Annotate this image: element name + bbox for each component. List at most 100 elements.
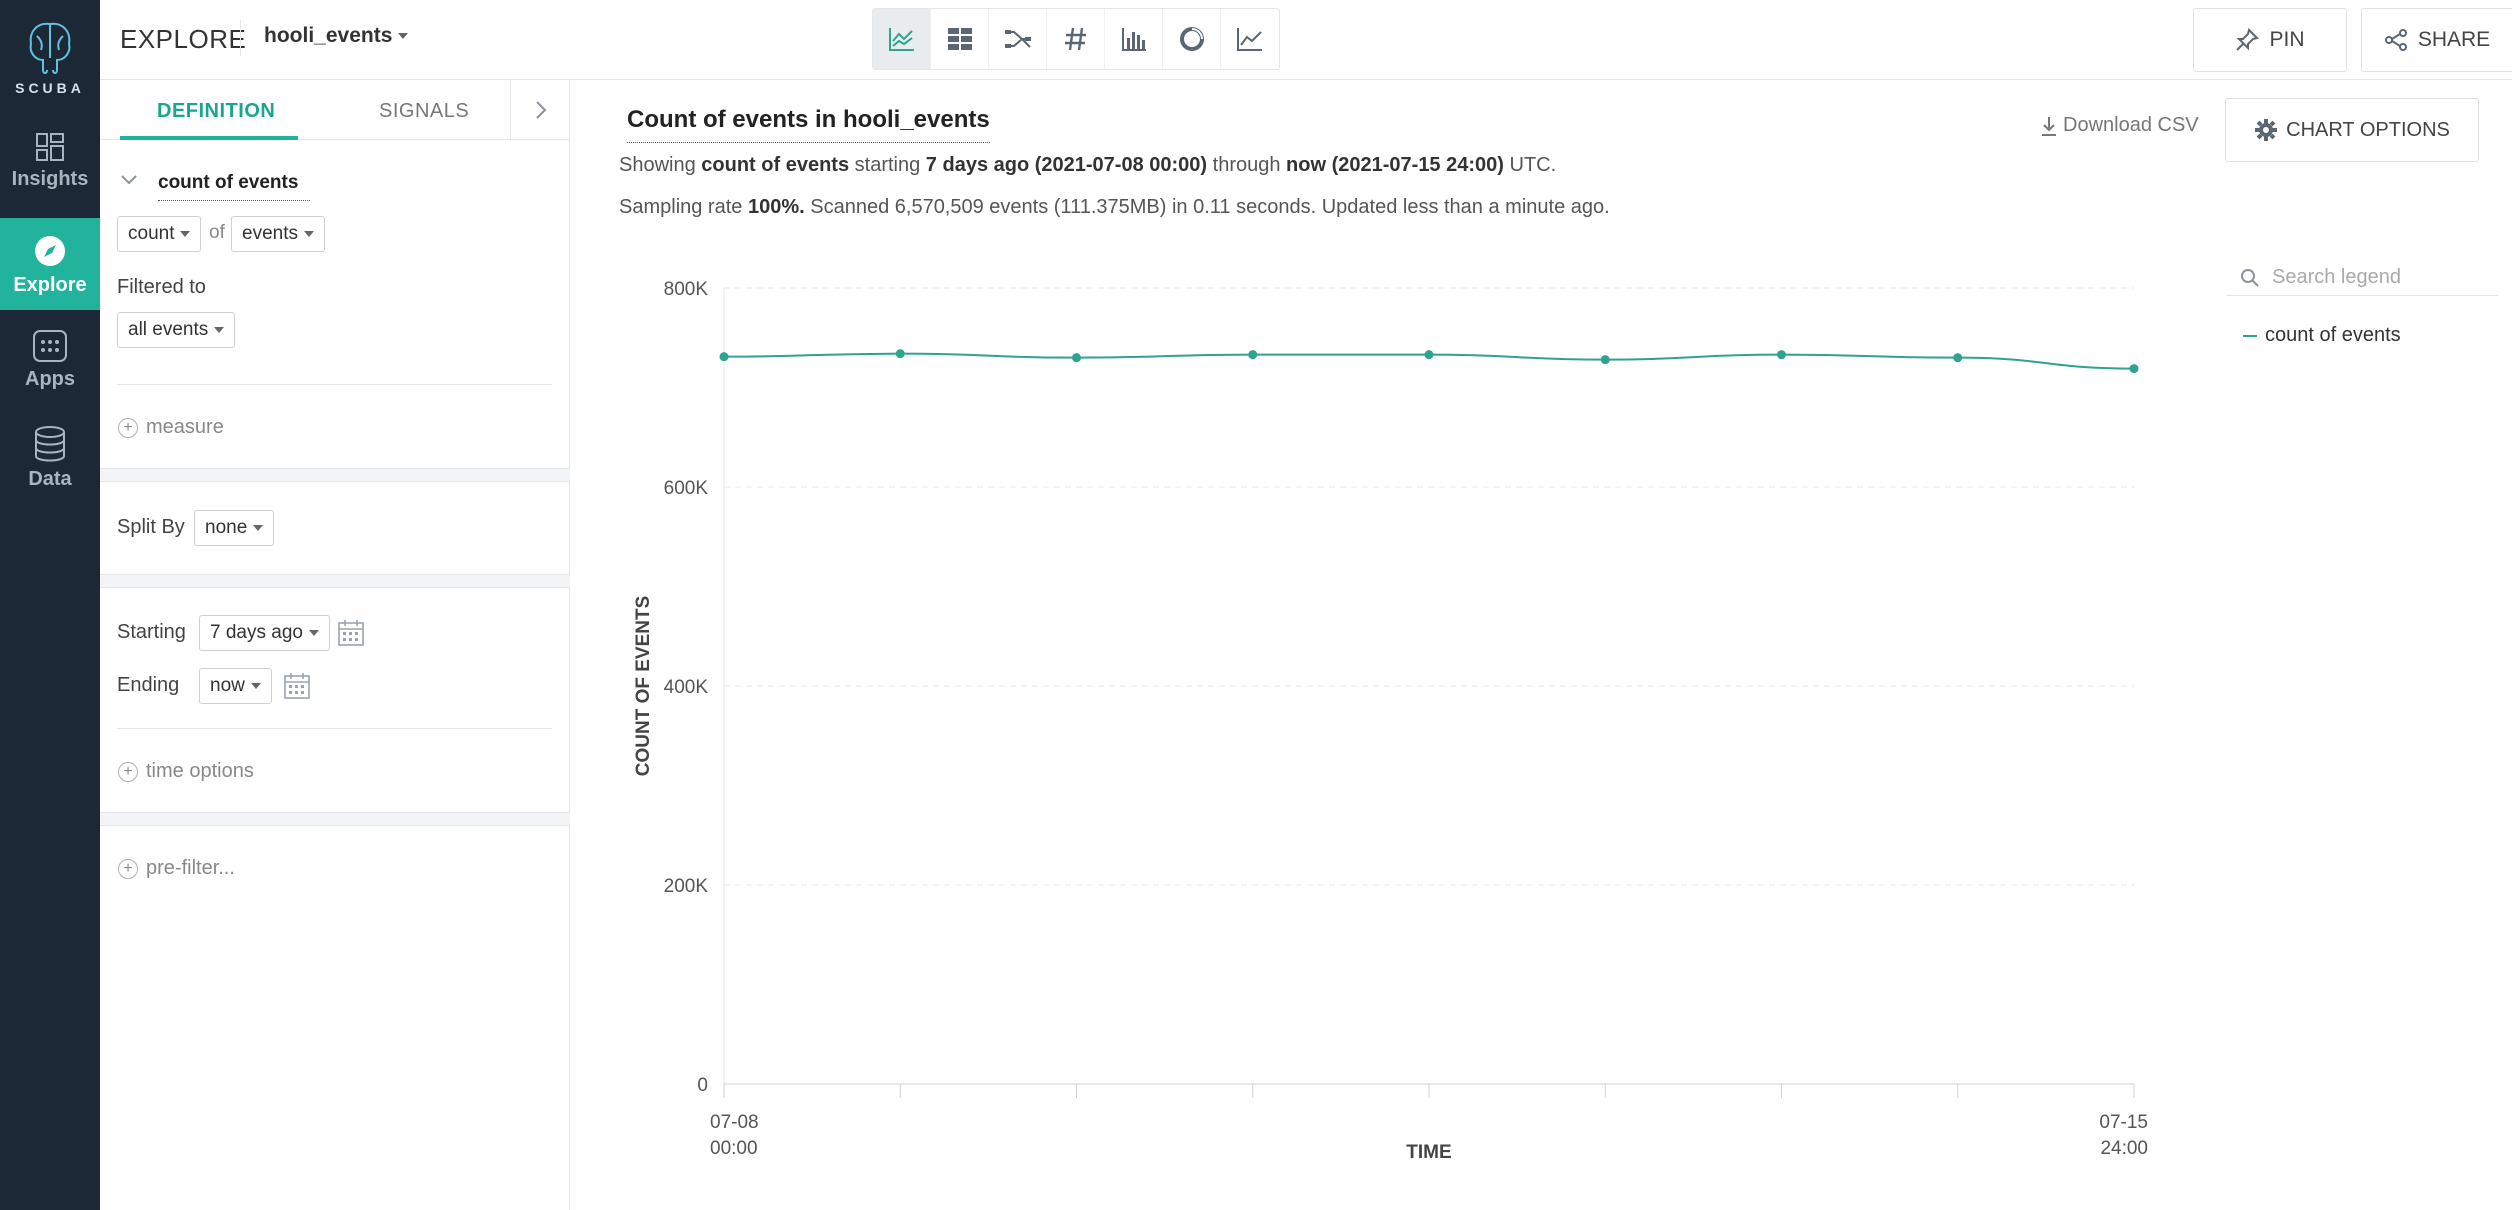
x-axis-title: TIME xyxy=(1406,1142,1451,1163)
data-point xyxy=(1600,355,1610,365)
viz-tab-table[interactable] xyxy=(931,9,989,69)
chevron-right-icon xyxy=(535,101,546,119)
data-point xyxy=(895,349,905,359)
apps-grid-icon xyxy=(33,330,67,362)
x-tick-label: 07-15 xyxy=(2099,1112,2148,1133)
legend-swatch xyxy=(2243,334,2257,337)
x-tick-label: 24:00 xyxy=(2100,1138,2148,1159)
chevron-down-icon xyxy=(214,327,225,333)
pin-button[interactable]: PIN xyxy=(2193,8,2347,72)
split-by-label: Split By xyxy=(117,516,185,538)
top-header: EXPLORE hooli_events PIN SHARE xyxy=(100,0,2512,80)
target-select[interactable]: events xyxy=(231,216,325,252)
ending-value: now xyxy=(210,675,245,696)
measure-name[interactable]: count of events xyxy=(158,172,310,201)
data-point xyxy=(719,352,729,362)
section-divider-band xyxy=(100,812,570,826)
header-divider xyxy=(240,20,241,56)
data-point xyxy=(1424,350,1434,360)
viz-tab-number[interactable] xyxy=(1047,9,1105,69)
nav-data[interactable]: Data xyxy=(0,410,100,502)
nav-apps-label: Apps xyxy=(25,368,75,390)
viz-tab-donut[interactable] xyxy=(1163,9,1221,69)
timeseries-chart: 0 200K 400K 600K 800K 07-08 00:00 07-15 24:00 TIM… xyxy=(633,279,2148,1163)
compass-icon xyxy=(35,236,65,266)
viz-tab-timeseries[interactable] xyxy=(873,9,931,69)
nav-explore-label: Explore xyxy=(13,274,87,296)
divider xyxy=(117,728,552,729)
pin-label: PIN xyxy=(2269,28,2305,51)
line-chart-icon xyxy=(1237,28,1262,51)
table-icon xyxy=(947,28,972,50)
divider xyxy=(117,384,552,385)
split-by-value: none xyxy=(205,517,248,538)
viz-tab-flow[interactable] xyxy=(989,9,1047,69)
nav-explore[interactable]: Explore xyxy=(0,218,100,310)
viz-tab-bar[interactable] xyxy=(1105,9,1163,69)
time-options-label: time options xyxy=(146,760,254,782)
active-tab-indicator xyxy=(120,136,298,140)
section-title: EXPLORE xyxy=(120,24,247,54)
visualization-tabs xyxy=(872,8,1280,70)
starting-select[interactable]: 7 days ago xyxy=(199,615,330,651)
split-by-select[interactable]: none xyxy=(194,510,275,546)
share-label: SHARE xyxy=(2417,28,2491,51)
calendar-icon[interactable] xyxy=(283,672,311,700)
x-tick-label: 07-08 xyxy=(710,1112,759,1133)
pin-icon xyxy=(2236,28,2260,51)
panel-collapse-button[interactable] xyxy=(510,80,570,140)
pre-filter-button[interactable]: + pre-filter... xyxy=(118,857,235,880)
chevron-down-icon xyxy=(308,630,319,636)
tab-definition[interactable]: DEFINITION xyxy=(157,100,275,123)
nav-apps[interactable]: Apps xyxy=(0,314,100,406)
legend-search-input[interactable]: Search legend xyxy=(2226,260,2498,296)
plus-circle-icon: + xyxy=(118,858,138,879)
legend-label: count of events xyxy=(2265,324,2401,346)
viz-tab-line[interactable] xyxy=(1221,9,1279,69)
filter-select[interactable]: all events xyxy=(117,312,236,348)
chart-options-label: CHART OPTIONS xyxy=(2286,118,2450,141)
chevron-down-icon[interactable] xyxy=(120,174,138,186)
aggregation-value: count xyxy=(128,223,175,244)
nav-insights[interactable]: Insights xyxy=(0,116,100,208)
of-label: of xyxy=(209,222,225,243)
add-measure-button[interactable]: + measure xyxy=(118,416,224,439)
calendar-icon[interactable] xyxy=(337,619,365,647)
filtered-to-label: Filtered to xyxy=(117,276,206,298)
data-point xyxy=(1953,353,1963,363)
chevron-down-icon xyxy=(303,231,314,237)
share-icon xyxy=(2384,29,2407,51)
data-point xyxy=(1072,353,1081,363)
bar-chart-icon xyxy=(1121,28,1146,51)
section-divider-band xyxy=(100,468,570,482)
donut-chart-icon xyxy=(1179,27,1204,51)
data-point xyxy=(1248,350,1258,360)
ending-select[interactable]: now xyxy=(199,668,272,704)
target-value: events xyxy=(242,223,298,244)
database-icon xyxy=(35,426,65,462)
aggregation-select[interactable]: count xyxy=(117,216,202,252)
tab-signals[interactable]: SIGNALS xyxy=(379,100,469,123)
plus-circle-icon: + xyxy=(118,761,138,782)
section-divider-band xyxy=(100,574,570,588)
search-icon xyxy=(2241,268,2259,287)
share-button[interactable]: SHARE xyxy=(2361,8,2512,72)
flow-icon xyxy=(1004,30,1031,48)
plus-circle-icon: + xyxy=(118,417,138,438)
time-options-button[interactable]: + time options xyxy=(118,760,254,783)
main-content: Count of events in hooli_events Download… xyxy=(571,80,2512,1210)
legend-item[interactable]: count of events xyxy=(2243,324,2401,347)
insights-icon xyxy=(36,133,64,161)
data-point xyxy=(2129,364,2139,374)
dataset-name: hooli_events xyxy=(264,24,393,47)
ending-label: Ending xyxy=(117,674,180,696)
number-hash-icon xyxy=(1064,27,1086,51)
nav-data-label: Data xyxy=(28,468,72,490)
chart-options-button[interactable]: CHART OPTIONS xyxy=(2225,98,2479,162)
chevron-down-icon xyxy=(250,683,261,689)
dataset-selector[interactable]: hooli_events xyxy=(264,24,409,48)
gear-icon xyxy=(2255,119,2278,141)
y-tick-label: 0 xyxy=(697,1075,708,1096)
chevron-down-icon xyxy=(398,33,409,40)
scuba-logo[interactable]: SCUBA xyxy=(0,18,100,100)
